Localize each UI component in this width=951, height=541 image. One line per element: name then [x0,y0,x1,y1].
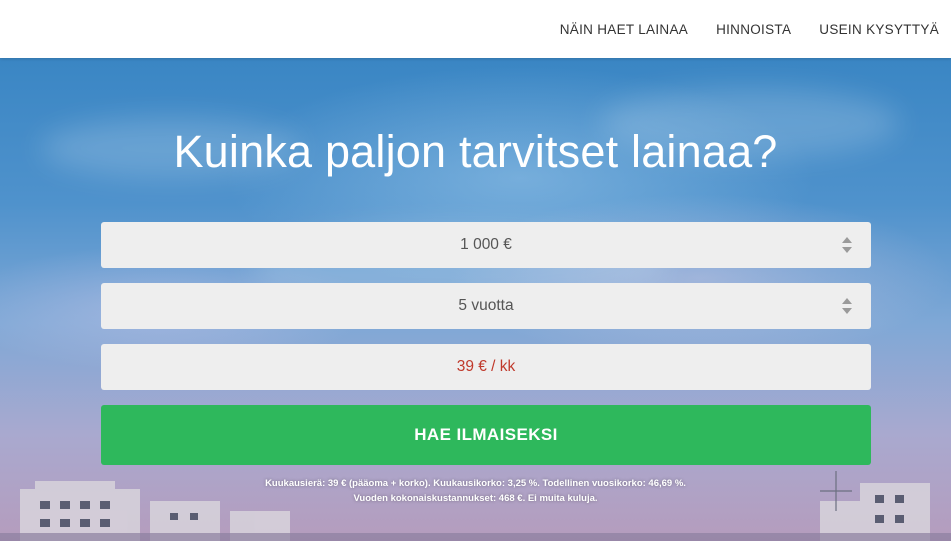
top-navigation-bar: NÄIN HAET LAINAA HINNOISTA USEIN KYSYTTY… [0,0,951,58]
loan-terms-disclaimer: Kuukausierä: 39 € (pääoma + korko). Kuuk… [0,476,951,506]
monthly-payment-value: 39 € / kk [456,358,516,375]
loan-amount-value: 1 000 € [460,236,512,253]
nav-link-how-to-apply[interactable]: NÄIN HAET LAINAA [560,22,688,37]
nav-link-pricing[interactable]: HINNOISTA [716,22,791,37]
disclaimer-line-2: Vuoden kokonaiskustannukset: 468 €. Ei m… [353,493,598,504]
main-nav: NÄIN HAET LAINAA HINNOISTA USEIN KYSYTTY… [532,0,939,58]
nav-link-faq[interactable]: USEIN KYSYTTYÄ [819,22,939,37]
loan-term-select[interactable]: 5 vuotta [101,283,871,329]
monthly-payment-display: 39 € / kk [101,344,871,390]
page-title: Kuinka paljon tarvitset lainaa? [173,126,778,177]
loan-amount-select[interactable]: 1 000 € [101,222,871,268]
up-down-arrows-icon [842,298,852,314]
disclaimer-line-1: Kuukausierä: 39 € (pääoma + korko). Kuuk… [265,478,686,489]
up-down-arrows-icon [842,237,852,253]
apply-free-button[interactable]: HAE ILMAISEKSI [101,405,871,465]
hero-section: Kuinka paljon tarvitset lainaa? 1 000 € … [0,58,951,541]
loan-term-value: 5 vuotta [458,297,514,314]
